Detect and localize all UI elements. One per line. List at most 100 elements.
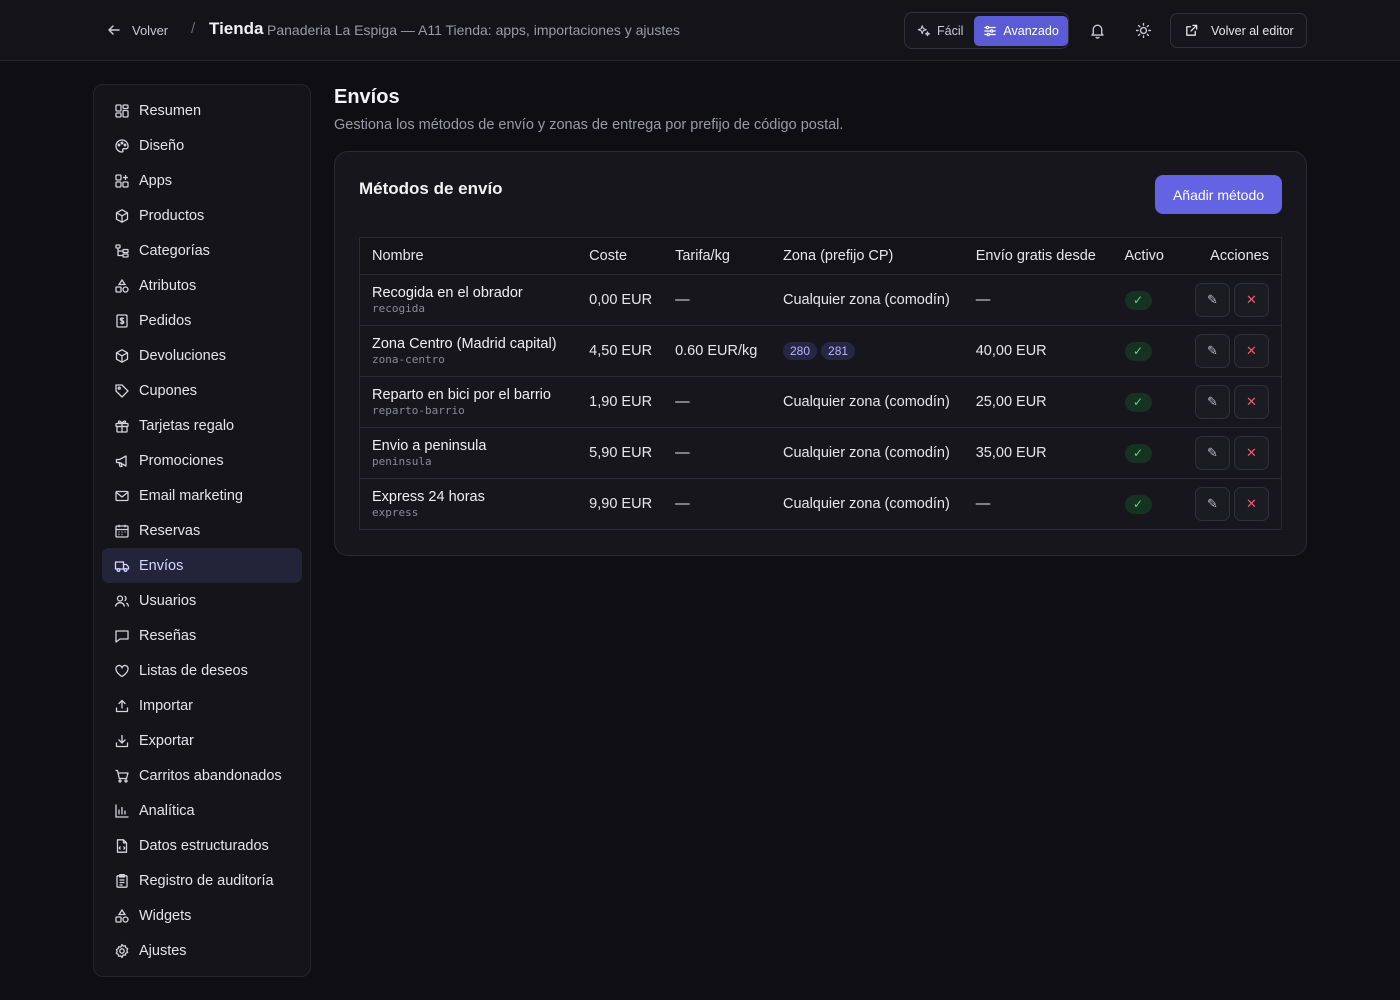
sidebar-item-promociones[interactable]: Promociones (102, 443, 302, 478)
method-cost: 0,00 EUR (577, 274, 664, 326)
gift-icon (115, 419, 129, 433)
active-check-icon[interactable]: ✓ (1124, 443, 1152, 463)
sidebar-item-label: Carritos abandonados (139, 767, 282, 784)
method-name: Zona Centro (Madrid capital) (372, 335, 557, 352)
sidebar-item-label: Resumen (139, 102, 202, 119)
method-zone: Cualquier zona (comodín) (770, 427, 964, 479)
table-header-row: Nombre Coste Tarifa/kg Zona (prefijo CP)… (359, 237, 1282, 275)
sidebar-item-pedidos[interactable]: Pedidos (102, 303, 302, 338)
breadcrumb-separator: / (191, 20, 196, 37)
sidebar-item-registro-de-auditoria[interactable]: Registro de auditoría (102, 863, 302, 898)
mode-advanced-button[interactable]: Avanzado (974, 15, 1068, 46)
delete-button[interactable]: ✕ (1234, 385, 1269, 419)
column-header-envio-gratis: Envío gratis desde (963, 237, 1113, 275)
back-to-editor-label: Volver al editor (1211, 23, 1294, 38)
notifications-button[interactable] (1082, 15, 1112, 45)
edit-button[interactable]: ✎ (1195, 385, 1230, 419)
method-cost: 4,50 EUR (577, 325, 664, 377)
truck-icon (114, 560, 130, 572)
sidebar-item-resenas[interactable]: Reseñas (102, 618, 302, 653)
breadcrumb-subtitle: Panaderia La Espiga — A11 Tienda: apps, … (267, 22, 680, 38)
table-row: Zona Centro (Madrid capital) zona-centro… (359, 325, 1282, 377)
sidebar-item-apps[interactable]: Apps (102, 163, 302, 198)
delete-button[interactable]: ✕ (1234, 334, 1269, 368)
active-check-icon[interactable]: ✓ (1124, 290, 1152, 310)
delete-button[interactable]: ✕ (1234, 487, 1269, 521)
sidebar-item-atributos[interactable]: Atributos (102, 268, 302, 303)
sidebar-item-label: Reseñas (139, 627, 197, 644)
sidebar-item-categorias[interactable]: Categorías (102, 233, 302, 268)
sidebar-item-ajustes[interactable]: Ajustes (102, 933, 302, 968)
sidebar-item-reservas[interactable]: Reservas (102, 513, 302, 548)
mail-icon (115, 490, 129, 501)
bar-chart-icon (115, 803, 129, 818)
theme-toggle-button[interactable] (1128, 15, 1158, 45)
sidebar-item-label: Analítica (139, 802, 195, 819)
receipt-icon (116, 313, 128, 328)
download-icon (115, 734, 129, 747)
table-row: Express 24 horas express 9,90 EUR — Cual… (360, 479, 1282, 530)
sidebar-item-datos-estructurados[interactable]: Datos estructurados (102, 828, 302, 863)
method-free-from: 40,00 EUR (963, 325, 1113, 377)
method-active-cell: ✓ (1112, 376, 1175, 428)
megaphone-icon (115, 454, 127, 467)
sidebar-item-usuarios[interactable]: Usuarios (102, 583, 302, 618)
method-active-cell: ✓ (1112, 325, 1175, 377)
column-header-zona: Zona (prefijo CP) (770, 237, 964, 275)
sidebar-item-importar[interactable]: Importar (102, 688, 302, 723)
sidebar-item-tarjetas-regalo[interactable]: Tarjetas regalo (102, 408, 302, 443)
sidebar-item-diseno[interactable]: Diseño (102, 128, 302, 163)
widgets-icon (115, 908, 129, 923)
method-rate: — (663, 427, 771, 479)
mode-easy-button[interactable]: Fácil (908, 16, 972, 46)
method-slug: peninsula (372, 454, 432, 468)
method-actions-cell: ✎ ✕ (1174, 479, 1281, 530)
message-icon (115, 629, 129, 643)
sidebar-item-cupones[interactable]: Cupones (102, 373, 302, 408)
delete-button[interactable]: ✕ (1234, 436, 1269, 470)
sidebar-item-devoluciones[interactable]: Devoluciones (102, 338, 302, 373)
column-header-tarifa: Tarifa/kg (663, 237, 771, 275)
shapes-icon (115, 278, 129, 293)
edit-button[interactable]: ✎ (1195, 487, 1230, 521)
method-slug: express (372, 505, 419, 519)
method-rate: — (663, 274, 771, 326)
method-slug: recogida (372, 301, 425, 315)
edit-button[interactable]: ✎ (1195, 283, 1230, 317)
add-method-button[interactable]: Añadir método (1155, 175, 1282, 214)
cart-icon (115, 769, 129, 783)
sidebar-item-envios[interactable]: Envíos (102, 548, 302, 583)
method-cost: 1,90 EUR (577, 376, 664, 428)
method-free-from: 35,00 EUR (963, 427, 1113, 479)
users-icon (114, 594, 130, 607)
method-zone-cell: 280 281 (770, 325, 964, 377)
sidebar-item-resumen[interactable]: Resumen (102, 93, 302, 128)
back-to-editor-button[interactable]: Volver al editor (1170, 13, 1307, 48)
method-actions-cell: ✎ ✕ (1174, 325, 1282, 377)
active-check-icon[interactable]: ✓ (1124, 341, 1152, 361)
back-button[interactable]: Volver (100, 15, 174, 45)
sidebar-item-analitica[interactable]: Analítica (102, 793, 302, 828)
sidebar-item-carritos-abandonados[interactable]: Carritos abandonados (102, 758, 302, 793)
sidebar-item-email-marketing[interactable]: Email marketing (102, 478, 302, 513)
grid-icon (115, 103, 129, 118)
sidebar-item-label: Importar (139, 697, 193, 714)
sidebar-item-label: Ajustes (139, 942, 187, 959)
sidebar-item-exportar[interactable]: Exportar (102, 723, 302, 758)
box-icon (115, 208, 129, 223)
method-name-cell: Reparto en bici por el barrio reparto-ba… (359, 376, 578, 428)
sidebar-item-productos[interactable]: Productos (102, 198, 302, 233)
table-row: Reparto en bici por el barrio reparto-ba… (359, 376, 1282, 428)
active-check-icon[interactable]: ✓ (1124, 494, 1152, 514)
page-section-title: Tienda (209, 19, 264, 38)
sidebar-item-listas-de-deseos[interactable]: Listas de deseos (102, 653, 302, 688)
sidebar-item-label: Apps (139, 172, 173, 189)
method-name: Express 24 horas (372, 488, 485, 505)
edit-button[interactable]: ✎ (1195, 436, 1230, 470)
method-rate: 0.60 EUR/kg (663, 325, 771, 377)
delete-button[interactable]: ✕ (1234, 283, 1269, 317)
apps-icon (115, 173, 129, 188)
active-check-icon[interactable]: ✓ (1124, 392, 1152, 412)
edit-button[interactable]: ✎ (1195, 334, 1230, 368)
sidebar-item-widgets[interactable]: Widgets (102, 898, 302, 933)
